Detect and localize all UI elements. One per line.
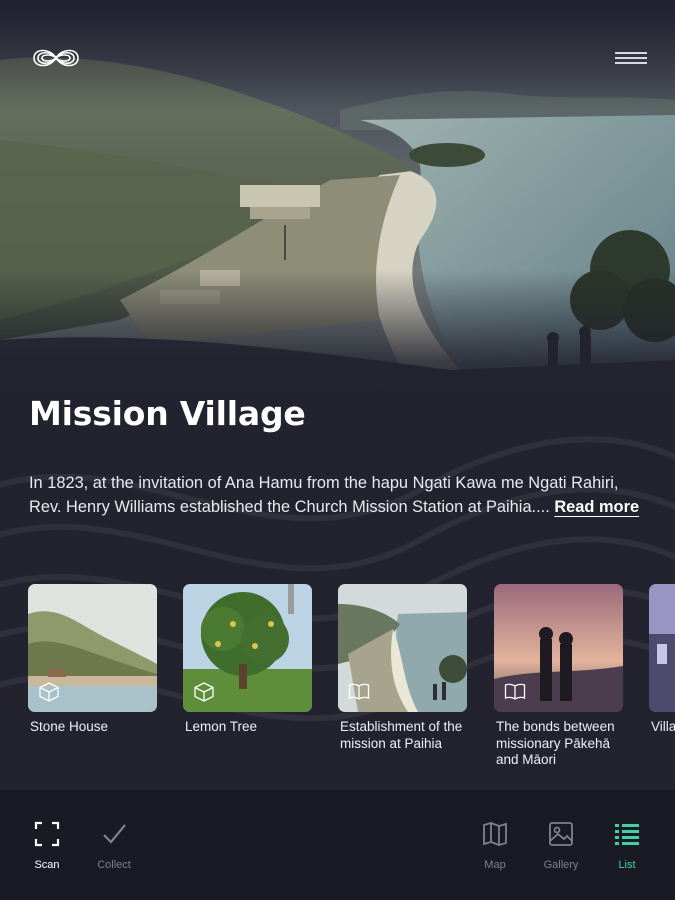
tab-label: List: [618, 859, 636, 871]
hamburger-menu-icon[interactable]: [615, 52, 647, 66]
screen: Mission Village In 1823, at the invitati…: [0, 0, 675, 900]
story-thumbnail: [649, 584, 675, 712]
list-icon: [615, 824, 639, 845]
scan-frame-icon: [34, 821, 60, 847]
story-card-establishment[interactable]: Establishment of the mission at Paihia: [338, 584, 467, 752]
story-thumbnail: [338, 584, 467, 712]
tab-map[interactable]: Map: [465, 820, 525, 871]
tab-label: Map: [484, 859, 506, 871]
story-thumbnail: [494, 584, 623, 712]
story-card-stone-house[interactable]: Stone House: [28, 584, 157, 736]
tab-label: Gallery: [543, 859, 579, 871]
checkmark-icon: [103, 824, 126, 844]
map-icon: [483, 822, 507, 846]
cube-3d-icon: [194, 682, 214, 702]
story-label: Establishment of the mission at Paihia: [340, 719, 463, 751]
description-text: In 1823, at the invitation of Ana Hamu f…: [29, 474, 619, 516]
tab-collect[interactable]: Collect: [84, 820, 144, 871]
infinity-logo-icon[interactable]: [30, 44, 82, 72]
story-thumbnail: [28, 584, 157, 712]
open-book-icon: [504, 683, 526, 700]
tab-list[interactable]: List: [597, 820, 657, 871]
tab-label: Collect: [97, 859, 131, 871]
tab-label: Scan: [34, 859, 60, 871]
story-label: Stone House: [30, 719, 109, 734]
story-card-villa[interactable]: Villa: [649, 584, 675, 736]
tab-gallery[interactable]: Gallery: [531, 820, 591, 871]
story-label: The bonds between missionary Pākehā and …: [496, 719, 615, 767]
story-thumbnail: [183, 584, 312, 712]
stories-carousel[interactable]: Stone House Lemon Tree Establishment of …: [28, 584, 675, 794]
story-label: Lemon Tree: [185, 719, 258, 734]
location-description: In 1823, at the invitation of Ana Hamu f…: [29, 472, 649, 519]
story-label: Villa: [651, 719, 675, 734]
story-card-bonds[interactable]: The bonds between missionary Pākehā and …: [494, 584, 623, 769]
hero-image: [0, 0, 675, 400]
page-title: Mission Village: [29, 394, 306, 433]
tab-scan[interactable]: Scan: [17, 820, 77, 871]
story-card-lemon-tree[interactable]: Lemon Tree: [183, 584, 312, 736]
gallery-icon: [549, 822, 573, 846]
cube-3d-icon: [39, 682, 59, 702]
bottom-tab-bar: Scan Collect Map Gallery List: [0, 790, 675, 900]
read-more-link[interactable]: Read more: [554, 498, 639, 516]
open-book-icon: [348, 683, 370, 700]
